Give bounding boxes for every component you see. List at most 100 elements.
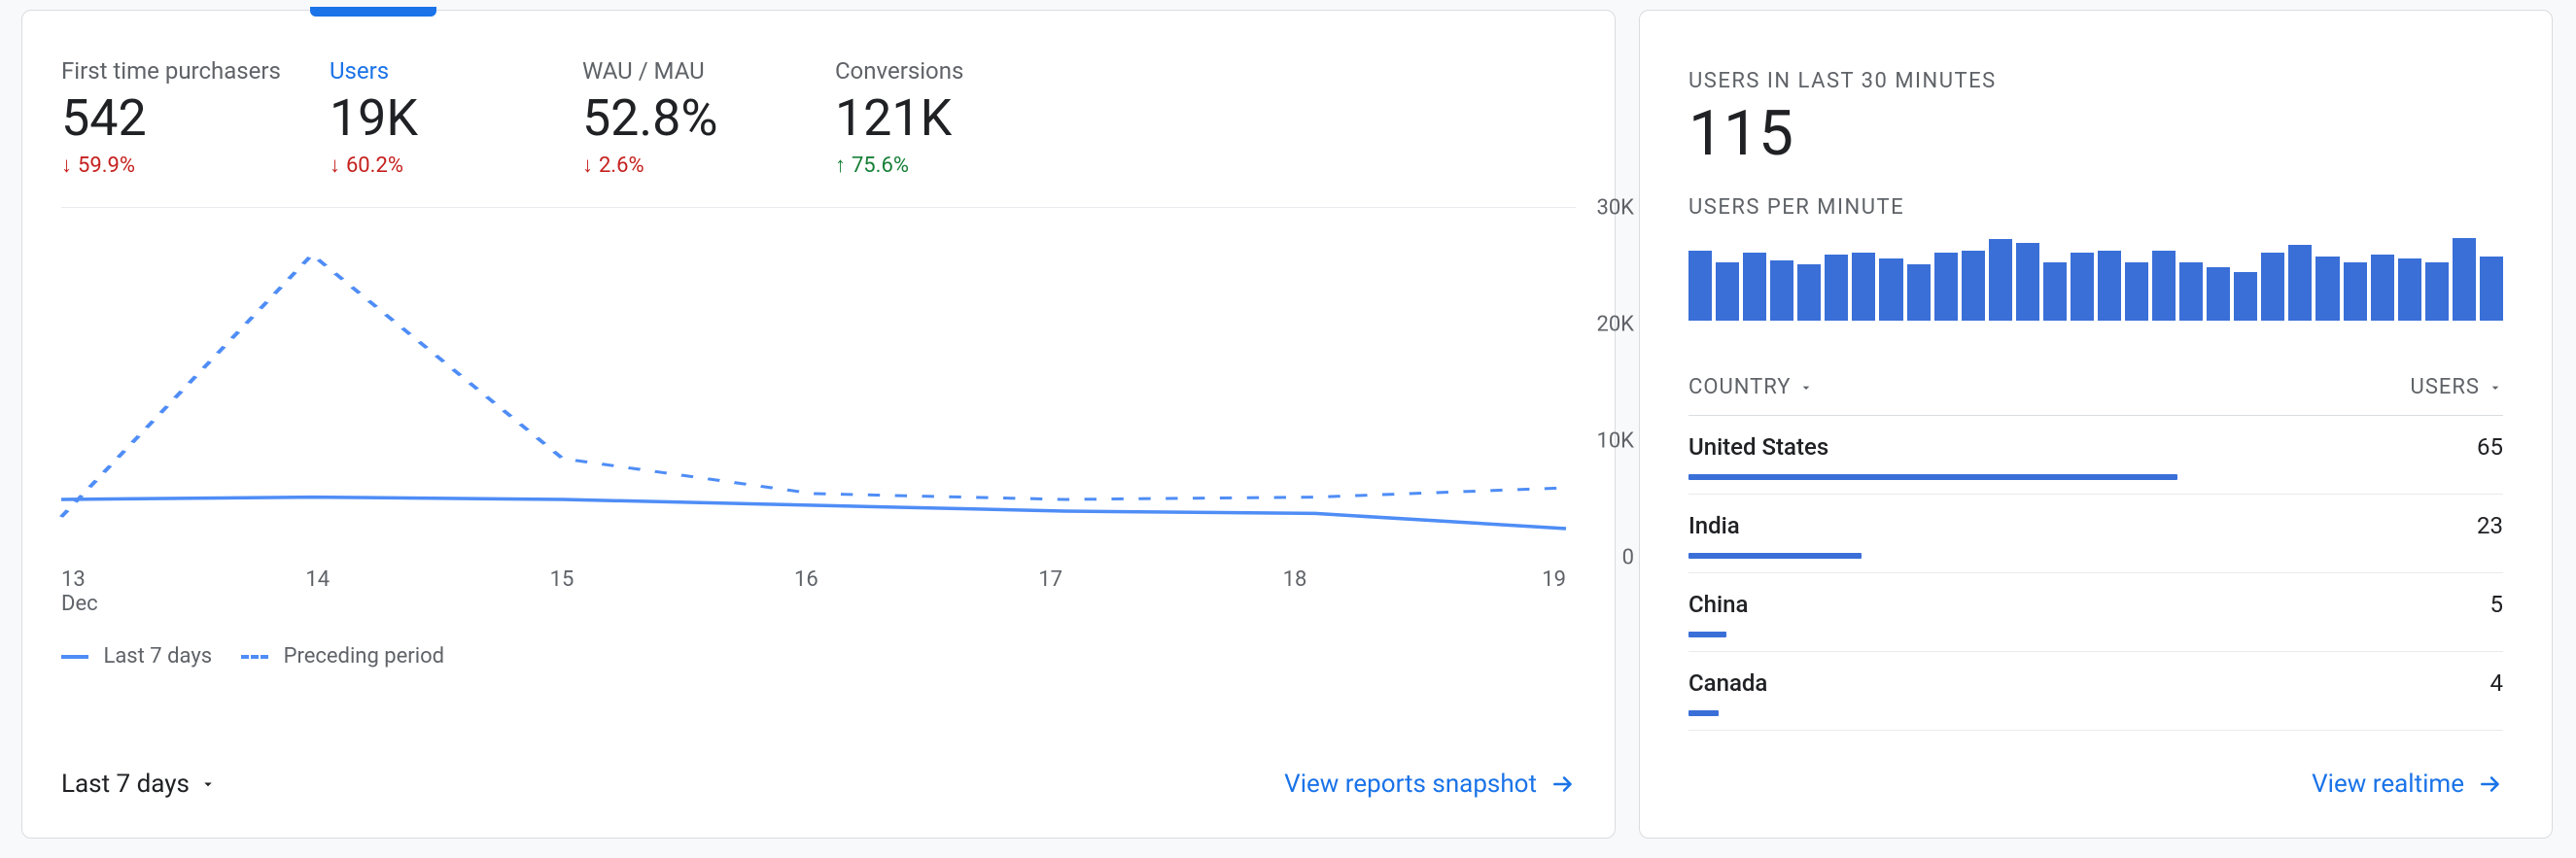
country-table-header: COUNTRY USERS: [1688, 360, 2503, 416]
view-reports-label: View reports snapshot: [1284, 770, 1537, 799]
x-tick: 13Dec: [61, 567, 305, 616]
metric-delta: ↓ 60.2%: [330, 154, 534, 178]
x-tick: 15: [550, 567, 794, 616]
arrow-down-icon: ↓: [61, 155, 72, 177]
arrow-right-icon: [1550, 772, 1576, 797]
caret-down-icon: [199, 775, 217, 793]
spark-bar: [1770, 260, 1793, 321]
metric-label: Conversions: [835, 57, 1039, 85]
metric-delta: ↑ 75.6%: [835, 154, 1039, 178]
metric-tab[interactable]: Users 19K ↓ 60.2%: [330, 11, 582, 207]
spark-bar: [1907, 264, 1931, 321]
spark-bar: [2071, 253, 2094, 321]
country-row[interactable]: India23: [1688, 495, 2503, 573]
realtime-card: USERS IN LAST 30 MINUTES 115 USERS PER M…: [1639, 10, 2553, 839]
metric-tab[interactable]: Conversions 121K ↑ 75.6%: [835, 11, 1088, 207]
spark-bar: [1879, 258, 1902, 321]
country-row[interactable]: United States 65: [1688, 416, 2503, 495]
country-users: 23: [2477, 512, 2503, 539]
trend-chart: 010K20K30K 13Dec141516171819: [61, 207, 1576, 625]
trend-series: [61, 255, 1566, 517]
country-bar: [1688, 710, 1719, 716]
spark-bar: [2207, 267, 2230, 321]
spark-bar: [1962, 251, 1985, 321]
users-per-minute-title: USERS PER MINUTE: [1688, 195, 2503, 220]
country-table-body: United States 65 India23 China 5 Canada 4: [1688, 416, 2503, 731]
date-range-label: Last 7 days: [61, 770, 190, 799]
caret-down-icon: [2488, 380, 2503, 395]
spark-bar: [1825, 255, 1848, 321]
spark-bar: [2315, 257, 2339, 321]
spark-bar: [2043, 262, 2067, 321]
trend-plot: [61, 208, 1566, 558]
arrow-right-icon: [2478, 772, 2503, 797]
trend-x-axis: 13Dec141516171819: [61, 567, 1566, 616]
metric-value: 52.8%: [582, 90, 786, 146]
legend-label-current: Last 7 days: [103, 644, 212, 669]
view-reports-snapshot-link[interactable]: View reports snapshot: [1284, 770, 1576, 799]
legend-swatch-dashed: [241, 655, 268, 659]
metric-label: WAU / MAU: [582, 57, 786, 85]
metric-value: 121K: [835, 90, 1039, 146]
spark-bar: [2480, 257, 2503, 321]
spark-bar: [2344, 262, 2367, 321]
country-row[interactable]: China 5: [1688, 573, 2503, 652]
x-tick: 18: [1283, 567, 1527, 616]
x-tick: 16: [794, 567, 1038, 616]
arrow-up-icon: ↑: [835, 155, 846, 177]
spark-bar: [1716, 262, 1739, 321]
legend-item-preceding: Preceding period: [241, 644, 444, 669]
trend-legend: Last 7 days Preceding period: [61, 644, 1576, 669]
x-tick: 19: [1527, 567, 1566, 616]
spark-bar: [2425, 262, 2449, 321]
x-tick: 17: [1038, 567, 1282, 616]
country-bar: [1688, 632, 1726, 637]
view-realtime-link[interactable]: View realtime: [2312, 770, 2503, 799]
spark-bar: [1688, 251, 1712, 321]
spark-bar: [1743, 253, 1766, 321]
users-column-header[interactable]: USERS: [2411, 375, 2503, 399]
metric-value: 19K: [330, 90, 534, 146]
metric-delta: ↓ 2.6%: [582, 154, 786, 178]
spark-bar: [2398, 258, 2421, 321]
metric-label: Users: [330, 57, 534, 85]
date-range-picker[interactable]: Last 7 days: [61, 770, 217, 799]
spark-bar: [2453, 238, 2476, 321]
trend-series: [61, 498, 1566, 529]
country-name: United States: [1688, 433, 1828, 461]
x-tick: 14: [305, 567, 549, 616]
country-name: China: [1688, 591, 1748, 618]
country-users: 65: [2477, 433, 2503, 461]
country-users: 4: [2490, 669, 2504, 697]
country-name: Canada: [1688, 669, 1767, 697]
metric-tab[interactable]: WAU / MAU 52.8% ↓ 2.6%: [582, 11, 835, 207]
spark-bar: [2234, 272, 2257, 321]
spark-bar: [1797, 264, 1821, 321]
realtime-title: USERS IN LAST 30 MINUTES: [1688, 69, 2503, 93]
arrow-down-icon: ↓: [582, 155, 593, 177]
country-bar: [1688, 553, 1862, 559]
spark-bar: [2371, 255, 2394, 321]
trend-y-axis: 010K20K30K: [1576, 208, 1634, 558]
metric-label: First time purchasers: [61, 57, 281, 85]
overview-card: First time purchasers542↓ 59.9%Users 19K ↓…: [21, 10, 1616, 839]
spark-bar: [2152, 251, 2176, 321]
spark-bar: [2098, 251, 2121, 321]
country-row[interactable]: Canada 4: [1688, 652, 2503, 731]
view-realtime-label: View realtime: [2312, 770, 2464, 799]
spark-bar: [1934, 253, 1958, 321]
metric-delta: ↓ 59.9%: [61, 154, 281, 178]
country-column-header[interactable]: COUNTRY: [1688, 375, 1814, 399]
spark-bar: [1989, 239, 2012, 321]
legend-item-current: Last 7 days: [61, 644, 212, 669]
caret-down-icon: [1798, 380, 1814, 395]
arrow-down-icon: ↓: [330, 155, 340, 177]
legend-label-preceding: Preceding period: [284, 644, 444, 669]
metric-tab[interactable]: First time purchasers542↓ 59.9%: [61, 11, 330, 207]
y-tick: 0: [1576, 546, 1634, 570]
spark-bar: [1852, 253, 1875, 321]
users-per-minute-chart: [1688, 233, 2503, 321]
spark-bar: [2288, 245, 2312, 321]
country-users: 5: [2490, 591, 2504, 618]
legend-swatch-solid: [61, 655, 88, 659]
